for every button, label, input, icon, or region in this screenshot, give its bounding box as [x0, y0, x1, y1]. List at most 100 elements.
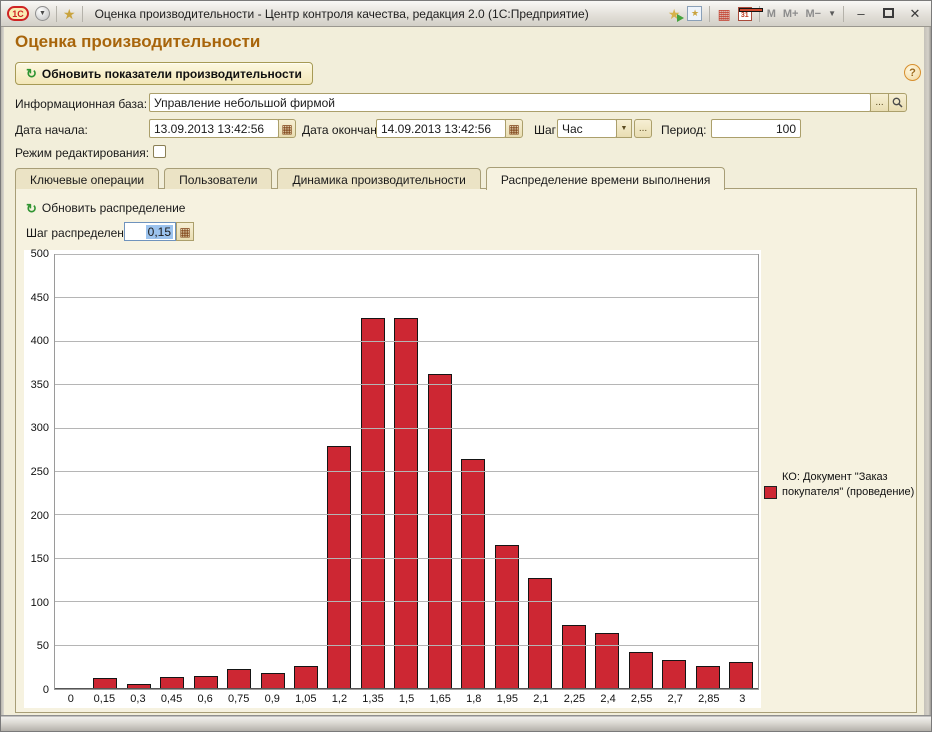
bar-slot: [323, 255, 356, 689]
bar: [528, 577, 553, 689]
step-select[interactable]: Час: [557, 119, 617, 138]
y-tick-label: 350: [30, 378, 49, 391]
refresh-distribution-link[interactable]: ↻ Обновить распределение: [26, 201, 185, 215]
bars-layer: [55, 255, 758, 689]
x-tick-label: 0,3: [130, 693, 146, 705]
legend-label: КО: Документ "Заказ покупателя" (проведе…: [782, 471, 915, 498]
infobase-select-button[interactable]: ...: [870, 93, 889, 112]
tab-1[interactable]: Пользователи: [164, 168, 273, 189]
date-start-label: Дата начала:: [15, 123, 88, 137]
date-start-input[interactable]: 13.09.2013 13:42:56: [149, 119, 279, 138]
x-tick-label: 1,8: [466, 693, 482, 705]
calendar-grid-icon: ▦: [508, 121, 520, 136]
separator: [81, 5, 83, 22]
y-tick-label: 500: [30, 248, 49, 260]
memory-m-minus-button[interactable]: М−: [805, 8, 821, 20]
minimize-button[interactable]: –: [851, 6, 871, 21]
x-tick-label: 2,7: [667, 693, 683, 705]
infobase-search-button[interactable]: [888, 93, 907, 112]
date-end-calendar-button[interactable]: ▦: [505, 119, 523, 138]
tab-3[interactable]: Распределение времени выполнения: [485, 167, 726, 190]
bar: [160, 676, 185, 689]
bar-slot: [423, 255, 456, 689]
x-tick-label: 2,85: [698, 693, 720, 705]
toolbar-overflow-chevron-icon[interactable]: ▼: [828, 9, 836, 18]
y-tick-label: 50: [36, 640, 49, 653]
calculator-icon[interactable]: ▦: [717, 7, 730, 21]
period-label: Период:: [661, 123, 707, 137]
bar: [193, 675, 218, 689]
x-tick-label: 1,05: [295, 693, 317, 705]
y-tick-label: 100: [30, 596, 49, 609]
window-border-bottom[interactable]: [1, 715, 931, 731]
bar-slot: [624, 255, 657, 689]
bar: [628, 651, 653, 689]
bar-slot: [657, 255, 690, 689]
separator: [843, 5, 844, 22]
magnifier-icon: [892, 97, 903, 108]
bar-slot: [724, 255, 757, 689]
tab-2[interactable]: Динамика производительности: [277, 168, 481, 189]
bar: [427, 373, 452, 689]
step-more-button[interactable]: ...: [634, 119, 652, 138]
bar-slot: [256, 255, 289, 689]
memory-m-plus-button[interactable]: М+: [783, 8, 799, 20]
y-tick-label: 150: [30, 553, 49, 566]
infobase-input[interactable]: Управление небольшой фирмой: [149, 93, 871, 112]
date-start-calendar-button[interactable]: ▦: [278, 119, 296, 138]
bar: [595, 632, 620, 689]
y-tick-label: 400: [30, 335, 49, 348]
open-favorites-icon[interactable]: ★: [687, 6, 703, 21]
chart-legend: КО: Документ "Заказ покупателя" (проведе…: [764, 470, 916, 500]
refresh-icon: ↻: [26, 66, 37, 81]
x-tick-label: 2,1: [533, 693, 549, 705]
dist-step-input[interactable]: 0,15: [124, 222, 176, 241]
add-favorite-icon[interactable]: ★: [668, 7, 685, 22]
window-border-right[interactable]: [924, 27, 931, 715]
y-tick-label: 300: [30, 422, 49, 435]
x-tick-label: 0,6: [197, 693, 213, 705]
help-button[interactable]: ?: [904, 64, 921, 81]
calendar-icon[interactable]: 31: [737, 6, 763, 21]
edit-mode-label: Режим редактирования:: [15, 146, 150, 160]
x-tick-label: 1,5: [398, 693, 415, 705]
date-end-input[interactable]: 14.09.2013 13:42:56: [376, 119, 506, 138]
favorites-star-icon[interactable]: ★: [63, 7, 76, 21]
bar-slot: [356, 255, 389, 689]
period-input[interactable]: 100: [711, 119, 801, 138]
refresh-performance-button[interactable]: ↻ Обновить показатели производительности: [15, 62, 313, 85]
window-border-left: [1, 27, 4, 715]
y-tick-label: 250: [30, 466, 49, 478]
app-window: 1С ▼ ★ Оценка производительности - Центр…: [0, 0, 932, 732]
x-tick-label: 0,45: [160, 693, 183, 705]
y-tick-label: 450: [30, 291, 49, 304]
x-tick-label: 2,4: [600, 693, 616, 705]
close-button[interactable]: ✕: [905, 6, 925, 22]
bar: [394, 317, 419, 689]
bar: [227, 669, 252, 689]
bar: [360, 317, 385, 689]
bar-slot: [390, 255, 423, 689]
x-tick-label: 1,2: [331, 693, 348, 705]
x-tick-label: 1,35: [362, 693, 384, 705]
refresh-icon: ↻: [26, 200, 37, 216]
x-tick-label: 1,95: [496, 693, 519, 705]
infobase-label: Информационная база:: [15, 97, 148, 111]
step-dropdown-button[interactable]: ▼: [616, 119, 632, 138]
dist-step-calc-button[interactable]: ▦: [176, 222, 194, 241]
bar-slot: [691, 255, 724, 689]
dist-step-value: 0,15: [145, 224, 173, 239]
separator: [709, 5, 711, 22]
tab-0[interactable]: Ключевые операции: [15, 168, 160, 189]
y-tick-label: 200: [30, 509, 49, 522]
memory-m-button[interactable]: М: [767, 8, 776, 20]
bar: [126, 683, 151, 689]
maximize-button[interactable]: [878, 6, 898, 21]
chevron-down-icon: ▼: [620, 125, 628, 132]
edit-mode-checkbox[interactable]: [153, 145, 166, 158]
bar: [260, 673, 285, 689]
main-menu-chevron-icon[interactable]: ▼: [35, 6, 50, 21]
x-tick-label: 0,75: [227, 693, 250, 705]
legend-swatch: [764, 486, 777, 499]
step-label: Шаг:: [534, 123, 560, 137]
